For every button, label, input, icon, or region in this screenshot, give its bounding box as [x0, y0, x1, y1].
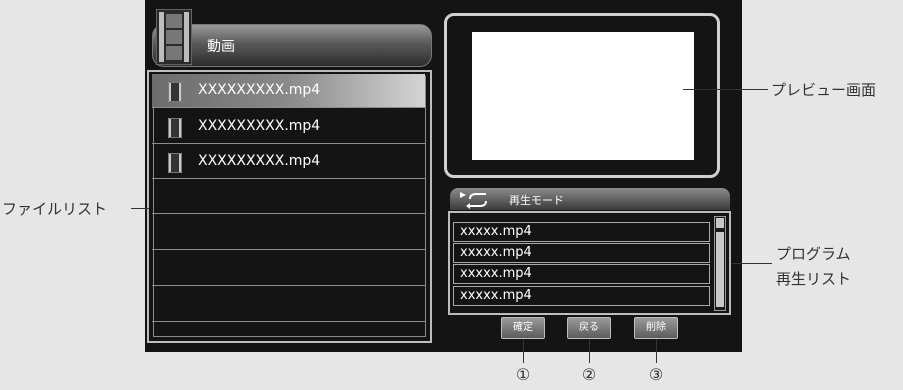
playlist-callout-line2: 再生リスト — [776, 270, 852, 288]
film-icon — [168, 118, 182, 138]
playlist-item-name: xxxxx.mp4 — [460, 266, 532, 281]
playback-mode-label: 再生モード — [509, 194, 564, 207]
film-icon — [156, 9, 192, 65]
playlist-item[interactable]: xxxxx.mp4 — [453, 243, 710, 263]
marker-1: ① — [515, 365, 531, 384]
confirm-button[interactable]: 確定 — [501, 317, 545, 339]
file-list-callout: ファイルリスト — [2, 200, 108, 218]
file-name: XXXXXXXXX.mp4 — [198, 82, 321, 98]
delete-button[interactable]: 削除 — [634, 317, 678, 339]
marker-3: ③ — [648, 365, 664, 384]
playlist-item[interactable]: xxxxx.mp4 — [453, 286, 710, 306]
film-icon — [168, 153, 182, 173]
file-list-empty-row — [152, 180, 425, 214]
marker-2: ② — [581, 365, 597, 384]
playlist-item[interactable]: xxxxx.mp4 — [453, 222, 710, 242]
playlist-item[interactable]: xxxxx.mp4 — [453, 264, 710, 284]
callout-line — [683, 89, 768, 90]
file-list-empty-row — [152, 288, 425, 322]
file-list-item[interactable]: XXXXXXXXX.mp4 — [152, 145, 425, 179]
callout-line — [589, 339, 590, 363]
scrollbar-thumb[interactable] — [716, 232, 724, 307]
film-icon — [168, 82, 182, 102]
category-title: 動画 — [207, 39, 235, 55]
file-list-item[interactable]: XXXXXXXXX.mp4 — [152, 74, 425, 108]
playlist-callout-line1: プログラム — [776, 245, 851, 263]
scrollbar-up[interactable] — [716, 218, 724, 228]
category-header — [152, 24, 432, 67]
file-list-empty-row — [152, 216, 425, 250]
file-name: XXXXXXXXX.mp4 — [198, 118, 321, 134]
file-name: XXXXXXXXX.mp4 — [198, 153, 321, 169]
file-list-empty-row — [152, 252, 425, 286]
playlist-item-name: xxxxx.mp4 — [460, 245, 532, 260]
preview-screen — [472, 32, 694, 160]
playlist-scrollbar[interactable] — [714, 216, 726, 311]
repeat-icon — [460, 192, 487, 209]
callout-line — [656, 339, 657, 363]
playlist-item-name: xxxxx.mp4 — [460, 288, 532, 303]
back-button[interactable]: 戻る — [567, 317, 611, 339]
playback-mode-bar[interactable] — [450, 188, 730, 210]
callout-line — [131, 208, 149, 209]
callout-line — [732, 263, 772, 264]
callout-line — [523, 339, 524, 363]
file-list-item[interactable]: XXXXXXXXX.mp4 — [152, 110, 425, 144]
playlist-item-name: xxxxx.mp4 — [460, 224, 532, 239]
preview-callout: プレビュー画面 — [771, 81, 877, 99]
